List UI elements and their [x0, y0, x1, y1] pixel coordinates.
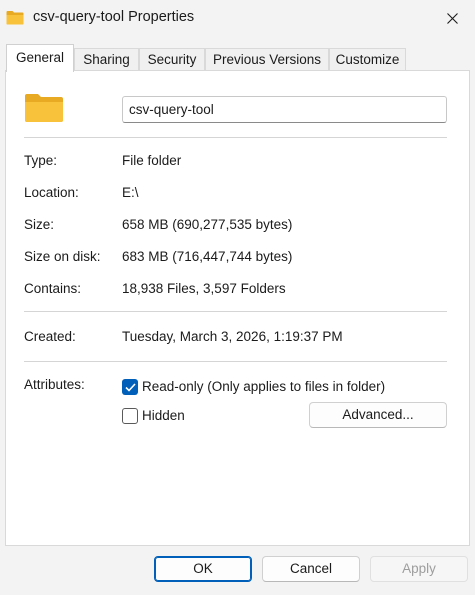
read-only-label[interactable]: Read-only (Only applies to files in fold… [142, 379, 385, 394]
hidden-checkbox[interactable] [122, 408, 138, 424]
size-value: 658 MB (690,277,535 bytes) [122, 217, 293, 232]
tab-previous-versions[interactable]: Previous Versions [205, 48, 329, 71]
read-only-checkbox[interactable] [122, 379, 138, 395]
size-label: Size: [24, 217, 55, 232]
created-value: Tuesday, March 3, 2026, 1:19:37 PM [122, 329, 343, 344]
separator [24, 311, 447, 312]
type-value: File folder [122, 153, 182, 168]
tab-customize[interactable]: Customize [329, 48, 406, 71]
checkmark-icon [124, 382, 136, 392]
contains-value: 18,938 Files, 3,597 Folders [122, 281, 286, 296]
created-label: Created: [24, 329, 76, 344]
tab-sharing[interactable]: Sharing [74, 48, 139, 71]
close-button[interactable] [429, 0, 475, 36]
size-on-disk-label: Size on disk: [24, 249, 101, 264]
separator [24, 137, 447, 138]
type-label: Type: [24, 153, 58, 168]
location-label: Location: [24, 185, 79, 200]
general-panel: Type: File folder Location: E:\ Size: 65… [5, 70, 470, 546]
tab-general[interactable]: General [6, 44, 74, 72]
folder-icon [25, 94, 63, 122]
attributes-label: Attributes: [24, 377, 85, 392]
tab-security[interactable]: Security [139, 48, 205, 71]
hidden-label[interactable]: Hidden [142, 408, 185, 423]
folder-name-input[interactable] [122, 96, 447, 123]
size-on-disk-value: 683 MB (716,447,744 bytes) [122, 249, 293, 264]
window-title: csv-query-tool Properties [33, 9, 195, 25]
apply-button[interactable]: Apply [370, 556, 468, 582]
cancel-button[interactable]: Cancel [262, 556, 360, 582]
advanced-button[interactable]: Advanced... [309, 402, 447, 428]
close-icon [446, 12, 458, 24]
title-bar: csv-query-tool Properties [0, 0, 475, 36]
location-value: E:\ [122, 185, 139, 200]
separator [24, 361, 447, 362]
ok-button[interactable]: OK [154, 556, 252, 582]
folder-icon [6, 11, 24, 25]
contains-label: Contains: [24, 281, 82, 296]
